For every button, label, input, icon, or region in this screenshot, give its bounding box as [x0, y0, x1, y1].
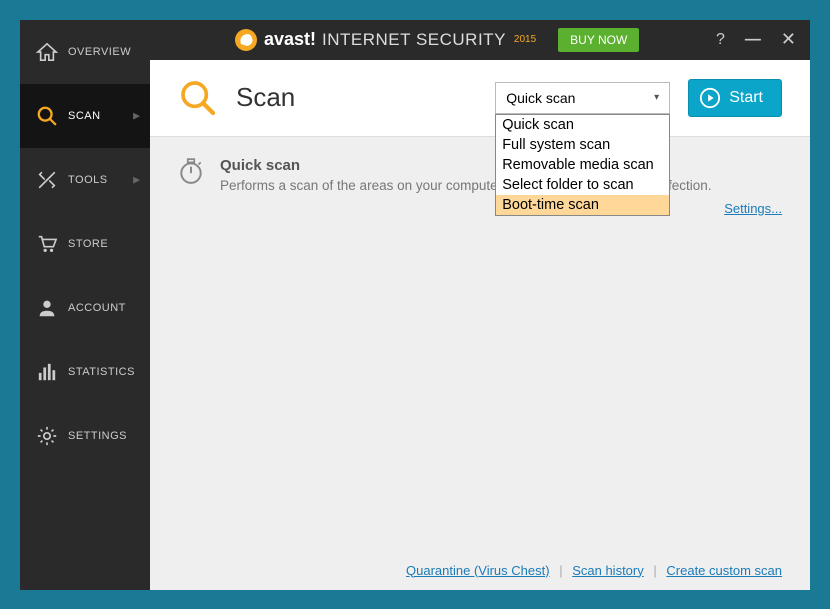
- sidebar-item-label: SCAN: [68, 110, 101, 122]
- home-icon: [36, 42, 58, 62]
- sidebar-item-statistics[interactable]: STATISTICS: [20, 340, 150, 404]
- page-header: Scan Quick scan ▾ Quick scan Full system…: [150, 60, 810, 137]
- sidebar-item-settings[interactable]: SETTINGS: [20, 404, 150, 468]
- sidebar-item-overview[interactable]: OVERVIEW: [20, 20, 150, 84]
- sidebar-item-scan[interactable]: SCAN ▶: [20, 84, 150, 148]
- cart-icon: [36, 234, 58, 254]
- content-area: Quick scan Performs a scan of the areas …: [150, 137, 810, 590]
- scan-type-dropdown: Quick scan Full system scan Removable me…: [495, 114, 670, 216]
- close-button[interactable]: ✕: [781, 29, 796, 50]
- start-button[interactable]: Start: [688, 79, 782, 117]
- scan-type-select[interactable]: Quick scan ▾ Quick scan Full system scan…: [495, 82, 670, 114]
- chevron-right-icon: ▶: [133, 174, 140, 185]
- sidebar-item-account[interactable]: ACCOUNT: [20, 276, 150, 340]
- create-custom-scan-link[interactable]: Create custom scan: [666, 563, 782, 578]
- start-label: Start: [729, 89, 763, 107]
- sidebar-item-label: TOOLS: [68, 174, 108, 186]
- chevron-right-icon: ▶: [133, 110, 140, 121]
- select-value: Quick scan: [506, 90, 575, 106]
- scan-icon: [178, 78, 218, 118]
- sidebar-item-label: OVERVIEW: [68, 46, 131, 58]
- gear-icon: [36, 425, 58, 447]
- quarantine-link[interactable]: Quarantine (Virus Chest): [406, 563, 550, 578]
- main-area: avast! INTERNET SECURITY 2015 BUY NOW ? …: [150, 20, 810, 590]
- stopwatch-icon: [178, 157, 204, 185]
- settings-link[interactable]: Settings...: [724, 201, 782, 216]
- dropdown-item-removable[interactable]: Removable media scan: [496, 155, 669, 175]
- dropdown-item-full[interactable]: Full system scan: [496, 135, 669, 155]
- brand-name: avast!: [264, 29, 316, 50]
- product-name: INTERNET SECURITY: [322, 30, 506, 50]
- buy-now-button[interactable]: BUY NOW: [558, 28, 639, 52]
- sidebar-item-tools[interactable]: TOOLS ▶: [20, 148, 150, 212]
- help-button[interactable]: ?: [716, 31, 725, 49]
- brand: avast! INTERNET SECURITY 2015: [234, 28, 536, 52]
- dropdown-item-quick[interactable]: Quick scan: [496, 115, 669, 135]
- sidebar-item-label: SETTINGS: [68, 430, 127, 442]
- sidebar-item-store[interactable]: STORE: [20, 212, 150, 276]
- titlebar: avast! INTERNET SECURITY 2015 BUY NOW ? …: [150, 20, 810, 60]
- scan-history-link[interactable]: Scan history: [572, 563, 644, 578]
- person-icon: [36, 297, 58, 319]
- search-icon: [36, 105, 58, 127]
- tools-icon: [36, 169, 58, 191]
- minimize-button[interactable]: —: [745, 31, 761, 49]
- page-title: Scan: [236, 82, 477, 113]
- footer-links: Quarantine (Virus Chest) | Scan history …: [406, 563, 782, 578]
- sidebar-item-label: ACCOUNT: [68, 302, 126, 314]
- sidebar: OVERVIEW SCAN ▶ TOOLS ▶ STORE: [20, 20, 150, 590]
- dropdown-item-folder[interactable]: Select folder to scan: [496, 175, 669, 195]
- product-year: 2015: [514, 34, 536, 45]
- app-window: OVERVIEW SCAN ▶ TOOLS ▶ STORE: [20, 20, 810, 590]
- dropdown-item-boot[interactable]: Boot-time scan: [496, 195, 669, 215]
- sidebar-item-label: STATISTICS: [68, 366, 135, 378]
- chevron-down-icon: ▾: [654, 92, 659, 103]
- avast-logo-icon: [234, 28, 258, 52]
- sidebar-item-label: STORE: [68, 238, 108, 250]
- play-icon: [699, 87, 721, 109]
- stats-icon: [36, 362, 58, 382]
